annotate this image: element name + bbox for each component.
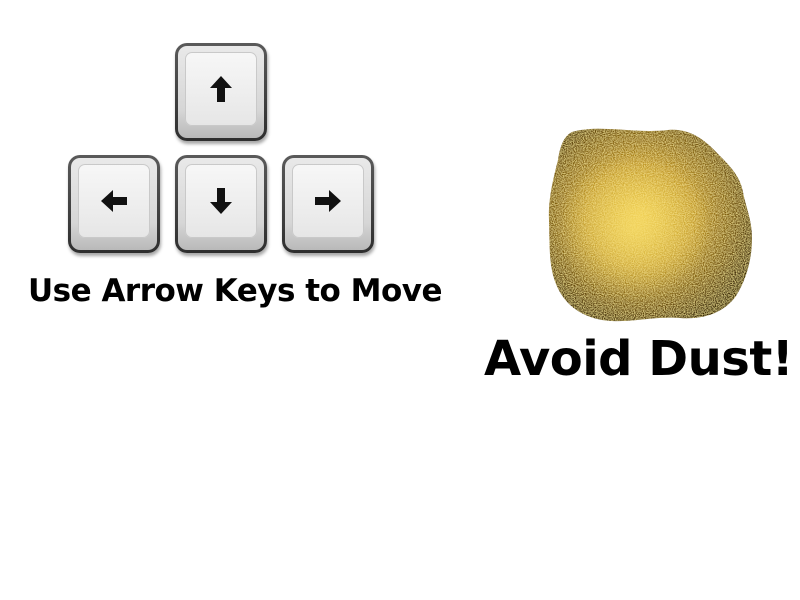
down-arrow-key: [175, 155, 267, 253]
up-arrow-key: [175, 43, 267, 141]
instructions-screen: Use Arrow Keys to Move Avoid Dust!: [0, 0, 800, 600]
move-instruction-text: Use Arrow Keys to Move: [28, 273, 442, 309]
arrow-left-icon: [101, 190, 127, 212]
right-arrow-key: [282, 155, 374, 253]
arrow-up-icon: [210, 76, 232, 102]
left-arrow-key: [68, 155, 160, 253]
dust-cloud-icon: [548, 128, 752, 322]
arrow-right-icon: [315, 190, 341, 212]
arrow-down-icon: [210, 188, 232, 214]
avoid-dust-warning: Avoid Dust!: [484, 331, 794, 387]
